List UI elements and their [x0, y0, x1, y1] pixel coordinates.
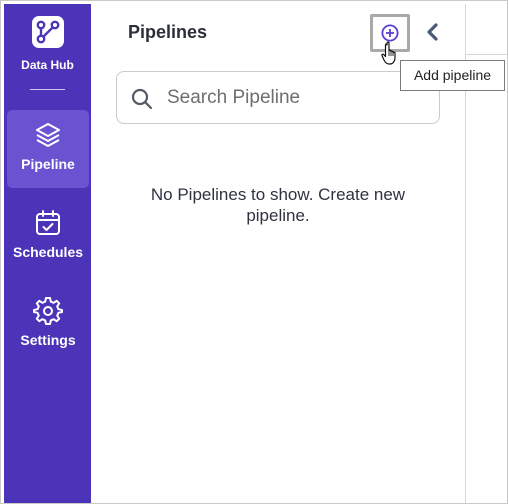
left-nav: Data Hub Pipeline Schedules Settings — [4, 4, 91, 503]
chevron-left-icon[interactable] — [423, 22, 443, 42]
brand[interactable]: Data Hub — [4, 14, 91, 72]
brand-divider — [30, 89, 65, 90]
search-input[interactable] — [167, 82, 427, 114]
search-box[interactable] — [116, 71, 440, 124]
header-divider — [466, 54, 508, 55]
search-icon — [131, 88, 153, 110]
nav-item-label: Schedules — [12, 244, 84, 260]
empty-state-message: No Pipelines to show. Create new pipelin… — [150, 185, 406, 225]
gear-icon — [33, 297, 63, 325]
nav-item-schedules[interactable]: Schedules — [7, 198, 89, 276]
hand-cursor-icon — [381, 41, 396, 65]
add-pipeline-tooltip: Add pipeline — [400, 60, 505, 91]
page-title: Pipelines — [128, 22, 208, 42]
brand-label: Data Hub — [21, 58, 74, 72]
nav-item-pipeline[interactable]: Pipeline — [7, 110, 89, 188]
nav-item-label: Settings — [20, 332, 76, 348]
nav-item-label: Pipeline — [21, 156, 75, 172]
layers-icon — [36, 123, 60, 147]
nav-item-settings[interactable]: Settings — [7, 286, 89, 364]
branch-logo-icon — [31, 16, 64, 48]
calendar-check-icon — [36, 210, 60, 235]
